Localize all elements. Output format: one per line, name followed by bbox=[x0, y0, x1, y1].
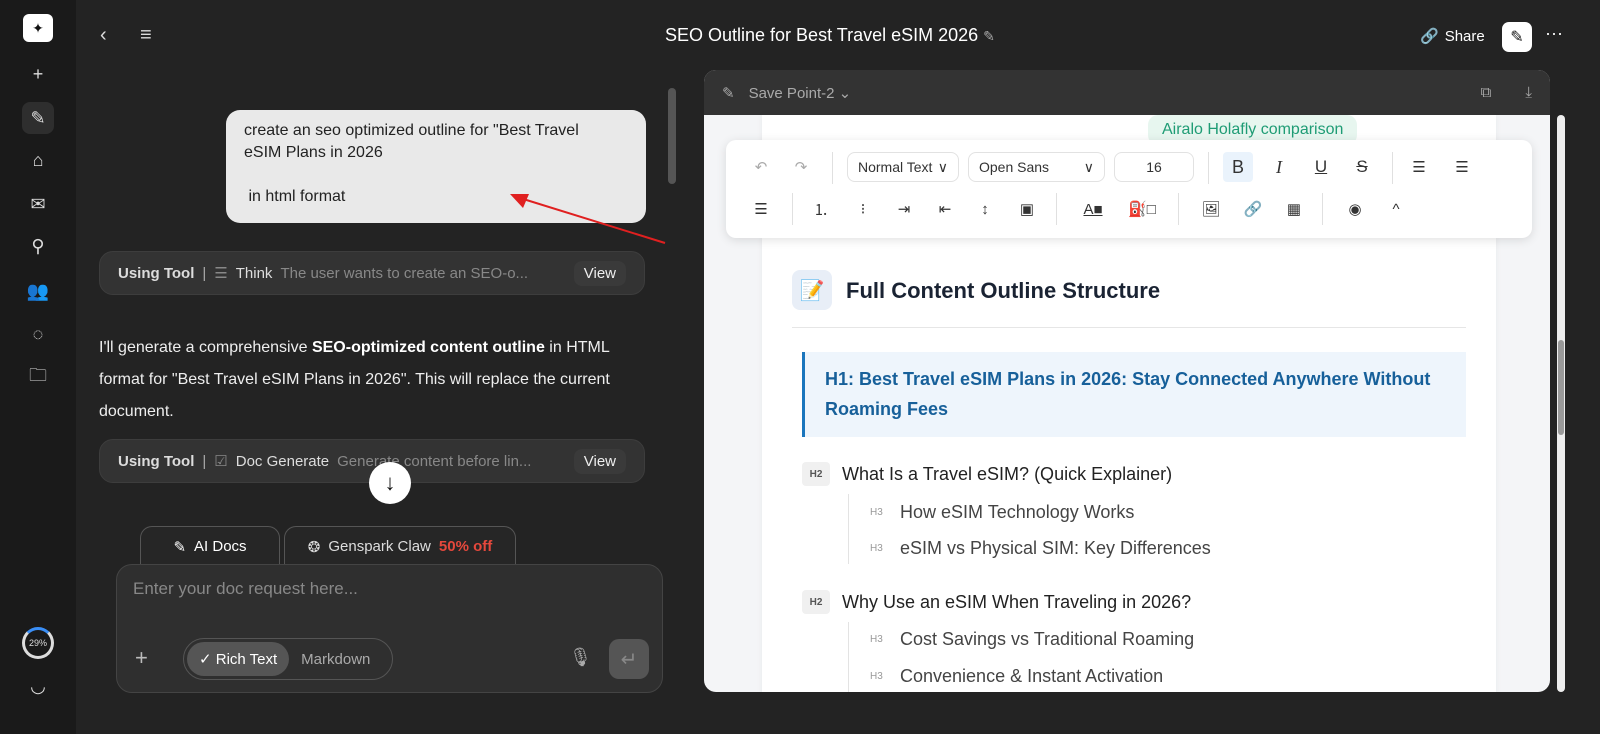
outline-h3: H3 Convenience & Instant Activation bbox=[870, 666, 1163, 687]
doc-history-icon: ✎ bbox=[722, 84, 735, 102]
h3-text: Cost Savings vs Traditional Roaming bbox=[900, 629, 1195, 649]
redo-icon[interactable]: ↷ bbox=[788, 152, 814, 182]
image-icon[interactable]: 🖼 bbox=[1198, 194, 1224, 224]
save-point-dropdown[interactable]: Save Point-2 ⌄ bbox=[749, 84, 852, 102]
scroll-down-button[interactable]: ↓ bbox=[369, 462, 411, 504]
text-color-icon[interactable]: A■ bbox=[1076, 194, 1110, 224]
h3-badge: H3 bbox=[870, 543, 883, 554]
checklist-icon: ☰ bbox=[214, 265, 228, 282]
profile-icon[interactable]: ◡ bbox=[22, 670, 54, 702]
usage-indicator[interactable]: 29% bbox=[22, 627, 54, 659]
edit-icon[interactable]: ✎ bbox=[1502, 22, 1532, 52]
h3-badge: H3 bbox=[870, 671, 883, 682]
h1-block: H1: Best Travel eSIM Plans in 2026: Stay… bbox=[802, 352, 1466, 437]
document-header: ✎ Save Point-2 ⌄ ⧉ ⤓ bbox=[704, 70, 1550, 115]
ai-docs-icon: ✎ bbox=[173, 538, 187, 556]
hierarchy-icon[interactable]: ⚲ bbox=[22, 230, 54, 262]
strikethrough-icon[interactable]: S bbox=[1349, 152, 1375, 182]
view-button[interactable]: View bbox=[573, 448, 626, 474]
h3-badge: H3 bbox=[870, 507, 883, 518]
font-size-input[interactable]: 16 bbox=[1114, 152, 1194, 182]
format-toggle: ✓ Rich Text Markdown bbox=[183, 638, 393, 680]
tab-genspark-claw[interactable]: ❂ Genspark Claw 50% off bbox=[284, 526, 516, 566]
italic-icon[interactable]: I bbox=[1266, 152, 1292, 182]
line-height-icon[interactable]: ↕ bbox=[972, 194, 998, 224]
tab-ai-docs[interactable]: ✎ AI Docs bbox=[140, 526, 280, 566]
undo-icon[interactable]: ↶ bbox=[748, 152, 774, 182]
red-arrow-annotation bbox=[510, 194, 666, 244]
h3-badge: H3 bbox=[870, 634, 883, 645]
microphone-icon[interactable]: 🎙 bbox=[569, 647, 592, 668]
outline-h2: H2 Why Use an eSIM When Traveling in 2026… bbox=[802, 590, 1191, 614]
view-button[interactable]: View bbox=[573, 260, 626, 286]
composer: + ✓ Rich Text Markdown 🎙 ↵ bbox=[116, 564, 663, 693]
h3-text: How eSIM Technology Works bbox=[900, 502, 1135, 522]
more-icon[interactable]: ⋯ bbox=[1545, 24, 1563, 45]
font-family-select[interactable]: Open Sans ∨ bbox=[968, 152, 1105, 182]
highlight-color-icon[interactable]: ⛽□ bbox=[1124, 194, 1160, 224]
formatting-toolbar: ↶ ↷ Normal Text ∨ Open Sans ∨ 16 B I U S ☰… bbox=[726, 140, 1532, 238]
document-title[interactable]: SEO Outline for Best Travel eSIM 2026 ✎ bbox=[665, 25, 995, 46]
doc-scrollbar[interactable] bbox=[1558, 340, 1564, 435]
tool-call-think: Using Tool | ☰ Think The user wants to creat… bbox=[99, 251, 645, 295]
chat-scrollbar[interactable] bbox=[668, 88, 676, 184]
edit-title-icon[interactable]: ✎ bbox=[983, 28, 995, 44]
table-icon[interactable]: ▦ bbox=[1281, 194, 1307, 224]
outline-h3: H3 eSIM vs Physical SIM: Key Differences bbox=[870, 538, 1211, 559]
align-left-icon[interactable]: ☰ bbox=[1406, 152, 1432, 182]
h2-badge: H2 bbox=[802, 590, 830, 614]
inbox-sparkle-icon[interactable]: ✉ bbox=[22, 188, 54, 220]
target-icon[interactable]: ◉ bbox=[1342, 194, 1368, 224]
section-title: Full Content Outline Structure bbox=[846, 278, 1161, 303]
link-icon: 🔗 bbox=[1420, 28, 1439, 45]
download-icon[interactable]: ⤓ bbox=[1525, 84, 1532, 101]
app-logo-icon[interactable]: ✦ bbox=[23, 14, 53, 42]
plus-icon[interactable]: + bbox=[22, 58, 54, 90]
h3-text: Convenience & Instant Activation bbox=[900, 666, 1164, 686]
outline-h2: H2 What Is a Travel eSIM? (Quick Explaine… bbox=[802, 462, 1172, 486]
rich-text-option[interactable]: ✓ Rich Text bbox=[187, 642, 290, 676]
outline-indent-line bbox=[848, 622, 849, 692]
assistant-message: I'll generate a comprehensive SEO-optimi… bbox=[99, 339, 610, 420]
numbered-list-icon[interactable]: ⒈ bbox=[808, 194, 834, 224]
open-external-icon[interactable]: ⧉ bbox=[1481, 84, 1492, 101]
outline-h3: H3 Cost Savings vs Traditional Roaming bbox=[870, 629, 1194, 650]
outdent-icon[interactable]: ⇤ bbox=[932, 194, 958, 224]
doc-request-input[interactable] bbox=[133, 579, 633, 599]
outline-indent-line bbox=[848, 494, 849, 564]
memo-icon: 📝 bbox=[792, 270, 832, 310]
add-attachment-button[interactable]: + bbox=[135, 645, 148, 671]
divider bbox=[792, 327, 1466, 328]
send-button[interactable]: ↵ bbox=[609, 639, 649, 679]
h2-text: Why Use an eSIM When Traveling in 2026? bbox=[842, 591, 1192, 612]
align-right-icon[interactable]: ☰ bbox=[748, 194, 774, 224]
ai-docs-icon[interactable]: ✎ bbox=[22, 102, 54, 134]
link-icon[interactable]: 🔗 bbox=[1240, 194, 1266, 224]
users-icon[interactable]: 👥 bbox=[22, 275, 54, 307]
block-icon[interactable]: ▣ bbox=[1014, 194, 1040, 224]
home-icon[interactable]: ⌂ bbox=[22, 144, 54, 176]
circle-nodes-icon[interactable]: ◌ bbox=[22, 318, 54, 350]
text-style-select[interactable]: Normal Text ∨ bbox=[847, 152, 959, 182]
align-center-icon[interactable]: ☰ bbox=[1449, 152, 1475, 182]
folder-icon[interactable]: 🗀 bbox=[22, 362, 54, 394]
share-button[interactable]: 🔗 Share bbox=[1410, 22, 1495, 50]
menu-icon[interactable]: ≡ bbox=[140, 24, 152, 47]
bullet-list-icon[interactable]: ⁝ bbox=[850, 194, 876, 224]
indent-icon[interactable]: ⇥ bbox=[891, 194, 917, 224]
h3-text: eSIM vs Physical SIM: Key Differences bbox=[900, 538, 1211, 558]
back-icon[interactable]: ‹ bbox=[100, 24, 107, 47]
underline-icon[interactable]: U bbox=[1308, 152, 1334, 182]
h2-badge: H2 bbox=[802, 462, 830, 486]
bold-icon[interactable]: B bbox=[1223, 152, 1253, 182]
edit-doc-icon: ☑ bbox=[214, 453, 228, 470]
claw-icon: ❂ bbox=[307, 538, 321, 556]
outline-h3: H3 How eSIM Technology Works bbox=[870, 502, 1134, 523]
h2-text: What Is a Travel eSIM? (Quick Explainer) bbox=[842, 463, 1173, 484]
markdown-option[interactable]: Markdown bbox=[289, 643, 382, 676]
collapse-toolbar-icon[interactable]: ^ bbox=[1383, 194, 1409, 224]
sidebar: ✦ + ✎ ⌂ ✉ ⚲ 👥 ◌ 🗀 29% ◡ bbox=[0, 0, 76, 734]
